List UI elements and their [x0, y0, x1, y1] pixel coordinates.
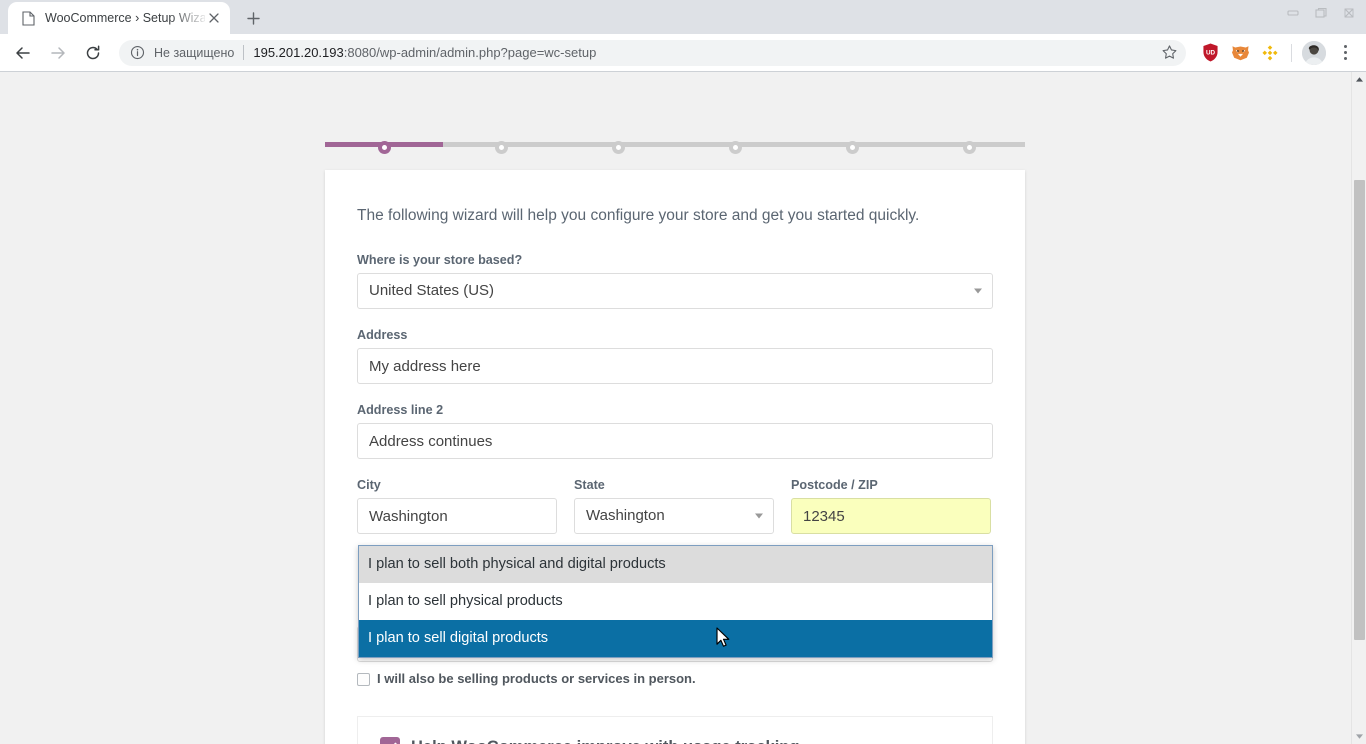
progress-step-2[interactable]: [495, 141, 508, 154]
star-icon[interactable]: [1156, 40, 1182, 66]
page-scrollbar[interactable]: [1351, 72, 1366, 744]
field-city-state-zip: City State Washington Postcode / ZIP: [357, 478, 993, 535]
tab-title: WooCommerce › Setup Wizard: [45, 11, 205, 25]
avatar[interactable]: [1302, 40, 1326, 65]
chevron-down-icon: [755, 513, 763, 519]
field-country: Where is your store based? United States…: [357, 253, 993, 310]
url-path: :8080/wp-admin/admin.php?page=wc-setup: [343, 45, 597, 60]
postcode-label: Postcode / ZIP: [791, 478, 878, 493]
state-label: State: [574, 478, 605, 493]
setup-progress-bar: [325, 141, 1025, 154]
omnibox-divider: [243, 45, 245, 60]
country-select[interactable]: United States (US): [357, 273, 993, 310]
chevron-down-icon: [974, 288, 982, 294]
window-close-icon[interactable]: [1336, 2, 1362, 24]
window-controls: [1280, 2, 1362, 24]
binance-diamond-icon[interactable]: [1257, 40, 1283, 66]
wizard-intro-text: The following wizard will help you confi…: [357, 207, 920, 224]
fox-icon[interactable]: [1227, 40, 1253, 66]
progress-step-5[interactable]: [846, 141, 859, 154]
maximize-icon[interactable]: [1308, 2, 1334, 24]
address1-input[interactable]: [357, 348, 993, 385]
address2-label: Address line 2: [357, 403, 444, 418]
shield-ud-icon[interactable]: UD: [1197, 40, 1223, 66]
scroll-down-icon[interactable]: [1352, 729, 1366, 744]
info-circle-icon[interactable]: [129, 44, 146, 61]
field-postcode: Postcode / ZIP: [791, 478, 991, 535]
kebab-menu-icon[interactable]: [1332, 39, 1358, 67]
field-state: State Washington: [574, 478, 774, 535]
city-input[interactable]: [357, 498, 557, 535]
city-label: City: [357, 478, 381, 493]
usage-tracking-title: Help WooCommerce improve with usage trac…: [411, 738, 804, 744]
dropdown-option-2[interactable]: I plan to sell digital products: [359, 620, 992, 657]
product-types-dropdown[interactable]: I plan to sell both physical and digital…: [358, 545, 993, 658]
reload-icon[interactable]: [78, 38, 108, 68]
progress-step-6[interactable]: [963, 141, 976, 154]
field-city: City: [357, 478, 557, 535]
svg-text:UD: UD: [1205, 50, 1215, 57]
minimize-icon[interactable]: [1280, 2, 1306, 24]
address-bar[interactable]: Не защищено 195.201.20.193:8080/wp-admin…: [119, 39, 1186, 66]
toolbar-divider: [1291, 43, 1292, 62]
progress-step-4[interactable]: [729, 141, 742, 154]
dropdown-option-0[interactable]: I plan to sell both physical and digital…: [359, 546, 992, 583]
state-value: Washington: [586, 507, 665, 525]
security-status-label: Не защищено: [154, 45, 235, 60]
plus-icon: [246, 11, 260, 25]
forward-arrow-icon[interactable]: [43, 38, 73, 68]
page-viewport: The following wizard will help you confi…: [0, 72, 1366, 744]
page-icon: [20, 10, 36, 26]
url-host: 195.201.20.193: [253, 45, 344, 60]
field-address2: Address line 2: [357, 403, 993, 460]
progress-step-3[interactable]: [612, 141, 625, 154]
in-person-label: I will also be selling products or servi…: [377, 671, 696, 687]
country-value: United States (US): [369, 282, 495, 300]
tab-strip: WooCommerce › Setup Wizard: [0, 0, 1366, 34]
usage-tracking-checkbox[interactable]: [380, 737, 400, 744]
scrollbar-thumb[interactable]: [1354, 180, 1365, 640]
usage-tracking-header[interactable]: Help WooCommerce improve with usage trac…: [380, 737, 970, 744]
browser-window: WooCommerce › Setup Wizard Не защищено 1…: [0, 0, 1366, 744]
browser-toolbar: Не защищено 195.201.20.193:8080/wp-admin…: [0, 34, 1366, 72]
state-select[interactable]: Washington: [574, 498, 774, 535]
mouse-cursor: [716, 627, 731, 654]
country-label: Where is your store based?: [357, 253, 523, 268]
new-tab-button[interactable]: [239, 4, 267, 32]
progress-step-1[interactable]: [378, 141, 391, 154]
field-address1: Address: [357, 328, 993, 385]
postcode-input[interactable]: [791, 498, 991, 535]
url-text: 195.201.20.193:8080/wp-admin/admin.php?p…: [253, 45, 596, 60]
in-person-row[interactable]: I will also be selling products or servi…: [357, 671, 993, 687]
dropdown-option-1[interactable]: I plan to sell physical products: [359, 583, 992, 620]
usage-tracking-box: Help WooCommerce improve with usage trac…: [357, 716, 993, 744]
back-arrow-icon[interactable]: [8, 38, 38, 68]
browser-tab[interactable]: WooCommerce › Setup Wizard: [8, 2, 230, 34]
close-icon[interactable]: [205, 10, 222, 27]
scroll-up-icon[interactable]: [1352, 72, 1366, 87]
address1-label: Address: [357, 328, 408, 343]
address2-input[interactable]: [357, 423, 993, 460]
in-person-checkbox[interactable]: [357, 673, 370, 687]
